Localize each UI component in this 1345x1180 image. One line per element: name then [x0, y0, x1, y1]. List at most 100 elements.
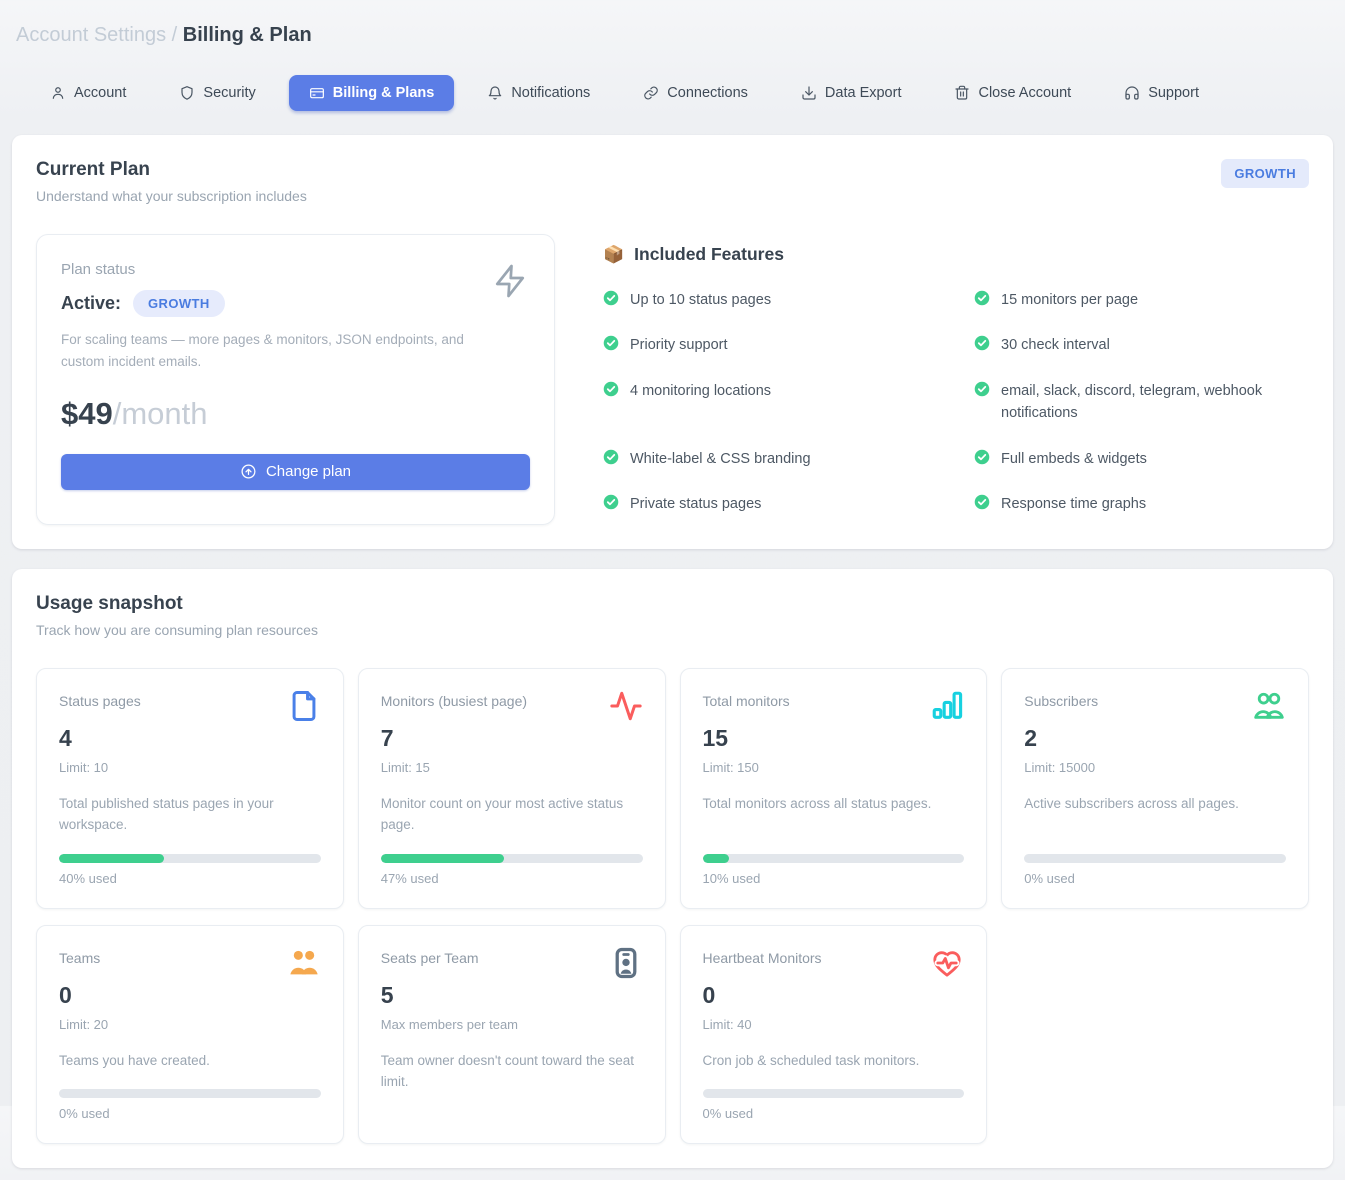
usage-card-description: Total monitors across all status pages.: [703, 793, 965, 815]
plan-status-label: Plan status: [61, 261, 530, 278]
feature-label: 4 monitoring locations: [630, 380, 771, 425]
progress-fill: [703, 854, 729, 863]
tab-support[interactable]: Support: [1104, 75, 1219, 111]
feature-label: 15 monitors per page: [1001, 289, 1138, 311]
usage-card-description: Monitor count on your most active status…: [381, 793, 643, 836]
progress-bar: [59, 854, 321, 863]
credit-card-icon: [309, 85, 325, 101]
usage-card-subscribers: Subscribers 2 Limit: 15000 Active subscr…: [1001, 668, 1309, 909]
breadcrumb-section[interactable]: Account Settings: [16, 24, 166, 46]
check-icon: [603, 381, 619, 425]
percent-used-label: 47% used: [381, 871, 643, 886]
usage-card-description: Team owner doesn't count toward the seat…: [381, 1050, 643, 1093]
usage-card-monitors-busiest: Monitors (busiest page) 7 Limit: 15 Moni…: [358, 668, 666, 909]
change-plan-button[interactable]: Change plan: [61, 454, 530, 490]
breadcrumb-separator: /: [166, 24, 183, 46]
usage-card-title: Total monitors: [703, 689, 790, 709]
tab-close-account[interactable]: Close Account: [934, 75, 1091, 111]
tab-security[interactable]: Security: [159, 75, 275, 111]
tab-label: Account: [74, 85, 126, 101]
headset-icon: [1124, 85, 1140, 101]
settings-tab-bar: Account Security Billing & Plans Notific…: [30, 75, 1315, 111]
tab-account[interactable]: Account: [30, 75, 146, 111]
feature-item: White-label & CSS branding: [603, 448, 938, 470]
tab-label: Notifications: [511, 85, 590, 101]
features-grid: Up to 10 status pages 15 monitors per pa…: [603, 289, 1309, 516]
id-badge-icon: [609, 946, 643, 980]
check-icon: [974, 290, 990, 311]
feature-item: 15 monitors per page: [974, 289, 1309, 311]
shield-icon: [179, 85, 195, 101]
usage-card-total-monitors: Total monitors 15 Limit: 150 Total monit…: [680, 668, 988, 909]
link-icon: [643, 85, 659, 101]
usage-card-limit: Limit: 10: [59, 760, 321, 775]
usage-card-description: Cron job & scheduled task monitors.: [703, 1050, 965, 1072]
features-title: Included Features: [634, 244, 784, 265]
usage-card-description: Teams you have created.: [59, 1050, 321, 1072]
check-icon: [603, 335, 619, 356]
progress-bar: [1024, 854, 1286, 863]
feature-label: email, slack, discord, telegram, webhook…: [1001, 380, 1309, 425]
plan-description: For scaling teams — more pages & monitor…: [61, 329, 481, 374]
percent-used-label: 0% used: [703, 1106, 965, 1121]
usage-card-limit: Limit: 15: [381, 760, 643, 775]
usage-card-status-pages: Status pages 4 Limit: 10 Total published…: [36, 668, 344, 909]
usage-subtitle: Track how you are consuming plan resourc…: [36, 622, 1309, 638]
feature-label: Private status pages: [630, 493, 761, 515]
package-icon: 📦: [603, 245, 624, 265]
usage-card-limit: Max members per team: [381, 1017, 643, 1032]
usage-card-limit: Limit: 40: [703, 1017, 965, 1032]
usage-card-title: Seats per Team: [381, 946, 479, 966]
usage-card-value: 15: [703, 725, 965, 752]
feature-item: 4 monitoring locations: [603, 380, 938, 425]
usage-card-value: 2: [1024, 725, 1286, 752]
check-icon: [603, 449, 619, 470]
tab-label: Data Export: [825, 85, 902, 101]
current-plan-title: Current Plan: [36, 159, 307, 181]
plan-status-card: Plan status Active: GROWTH For scaling t…: [36, 234, 555, 525]
usage-card-limit: Limit: 150: [703, 760, 965, 775]
usage-snapshot-panel: Usage snapshot Track how you are consumi…: [12, 569, 1333, 1169]
plan-badge: GROWTH: [1221, 159, 1309, 188]
feature-label: White-label & CSS branding: [630, 448, 811, 470]
check-icon: [603, 290, 619, 311]
usage-grid: Status pages 4 Limit: 10 Total published…: [36, 668, 1309, 1145]
tab-data-export[interactable]: Data Export: [781, 75, 922, 111]
usage-card-seats-per-team: Seats per Team 5 Max members per team Te…: [358, 925, 666, 1145]
feature-label: Response time graphs: [1001, 493, 1146, 515]
plan-status-value: Active:: [61, 293, 121, 314]
feature-item: Priority support: [603, 334, 938, 356]
progress-bar: [703, 1089, 965, 1098]
heartbeat-icon: [930, 946, 964, 980]
progress-bar: [703, 854, 965, 863]
user-icon: [50, 85, 66, 101]
download-icon: [801, 85, 817, 101]
feature-item: email, slack, discord, telegram, webhook…: [974, 380, 1309, 425]
usage-card-value: 4: [59, 725, 321, 752]
tab-label: Billing & Plans: [333, 85, 435, 101]
feature-label: Priority support: [630, 334, 728, 356]
usage-card-limit: Limit: 20: [59, 1017, 321, 1032]
tab-connections[interactable]: Connections: [623, 75, 768, 111]
usage-card-value: 7: [381, 725, 643, 752]
usage-card-title: Teams: [59, 946, 100, 966]
feature-item: Private status pages: [603, 493, 938, 515]
usage-card-heartbeat-monitors: Heartbeat Monitors 0 Limit: 40 Cron job …: [680, 925, 988, 1145]
percent-used-label: 0% used: [59, 1106, 321, 1121]
feature-label: Up to 10 status pages: [630, 289, 771, 311]
feature-label: 30 check interval: [1001, 334, 1110, 356]
percent-used-label: 0% used: [1024, 871, 1286, 886]
usage-card-description: Total published status pages in your wor…: [59, 793, 321, 836]
usage-card-description: Active subscribers across all pages.: [1024, 793, 1286, 815]
arrow-up-circle-icon: [240, 463, 257, 480]
usage-card-title: Subscribers: [1024, 689, 1098, 709]
feature-item: Response time graphs: [974, 493, 1309, 515]
feature-label: Full embeds & widgets: [1001, 448, 1147, 470]
usage-card-title: Status pages: [59, 689, 141, 709]
usage-card-teams: Teams 0 Limit: 20 Teams you have created…: [36, 925, 344, 1145]
tab-billing-plans[interactable]: Billing & Plans: [289, 75, 455, 111]
progress-fill: [59, 854, 164, 863]
check-icon: [974, 335, 990, 356]
percent-used-label: 40% used: [59, 871, 321, 886]
tab-notifications[interactable]: Notifications: [467, 75, 610, 111]
